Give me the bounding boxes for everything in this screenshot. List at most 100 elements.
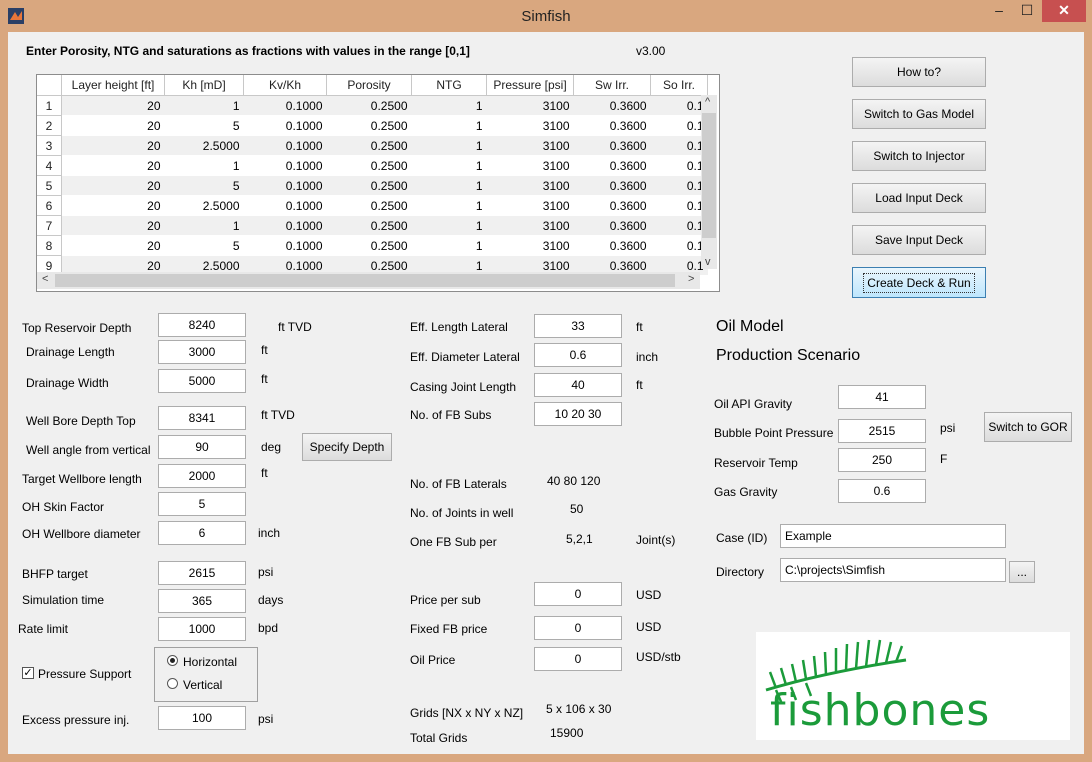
table-cell[interactable]: 20 bbox=[61, 135, 165, 156]
table-row[interactable]: 6 20 2.5000 0.1000 0.2500 1 3100 0.3600 0.1 bbox=[37, 195, 708, 216]
eff-length-input[interactable]: 33 bbox=[534, 314, 622, 338]
rate-limit-input[interactable]: 1000 bbox=[158, 617, 246, 641]
table-cell[interactable]: 20 bbox=[61, 155, 165, 176]
create-deck-run-button[interactable]: Create Deck & Run bbox=[852, 267, 986, 298]
well-angle-input[interactable]: 90 bbox=[158, 435, 246, 459]
table-cell[interactable]: 1 bbox=[164, 215, 244, 236]
row-header[interactable]: 4 bbox=[37, 155, 62, 176]
table-cell[interactable]: 3100 bbox=[486, 235, 574, 256]
table-cell[interactable]: 20 bbox=[61, 195, 165, 216]
table-cell[interactable]: 1 bbox=[164, 155, 244, 176]
drainage-length-input[interactable]: 3000 bbox=[158, 340, 246, 364]
table-cell[interactable]: 20 bbox=[61, 235, 165, 256]
table-row[interactable]: 5 20 5 0.1000 0.2500 1 3100 0.3600 0.1 bbox=[37, 175, 708, 196]
table-cell[interactable]: 0.1000 bbox=[243, 195, 327, 216]
row-header[interactable]: 3 bbox=[37, 135, 62, 156]
row-header[interactable]: 1 bbox=[37, 95, 62, 116]
table-cell[interactable]: 0.1000 bbox=[243, 115, 327, 136]
table-row[interactable]: 4 20 1 0.1000 0.2500 1 3100 0.3600 0.1 bbox=[37, 155, 708, 176]
table-cell[interactable]: 3100 bbox=[486, 215, 574, 236]
table-cell[interactable]: 0.2500 bbox=[326, 135, 412, 156]
minimize-button[interactable]: – bbox=[985, 0, 1013, 22]
sim-time-input[interactable]: 365 bbox=[158, 589, 246, 613]
api-gravity-input[interactable]: 41 bbox=[838, 385, 926, 409]
table-cell[interactable]: 20 bbox=[61, 115, 165, 136]
switch-gor-button[interactable]: Switch to GOR bbox=[984, 412, 1072, 442]
column-header[interactable]: NTG bbox=[411, 75, 487, 96]
table-cell[interactable]: 0.1 bbox=[650, 195, 708, 216]
skin-factor-input[interactable]: 5 bbox=[158, 492, 246, 516]
table-cell[interactable]: 3100 bbox=[486, 115, 574, 136]
drainage-width-input[interactable]: 5000 bbox=[158, 369, 246, 393]
table-cell[interactable]: 5 bbox=[164, 235, 244, 256]
table-cell[interactable]: 1 bbox=[411, 115, 487, 136]
table-cell[interactable]: 3100 bbox=[486, 195, 574, 216]
row-header[interactable]: 5 bbox=[37, 175, 62, 196]
table-cell[interactable]: 5 bbox=[164, 175, 244, 196]
table-row[interactable]: 8 20 5 0.1000 0.2500 1 3100 0.3600 0.1 bbox=[37, 235, 708, 256]
table-cell[interactable]: 1 bbox=[411, 95, 487, 116]
close-button[interactable]: ✕ bbox=[1042, 0, 1086, 22]
scroll-right-icon[interactable]: > bbox=[688, 273, 694, 285]
table-cell[interactable]: 0.1 bbox=[650, 175, 708, 196]
table-cell[interactable]: 1 bbox=[164, 95, 244, 116]
bhfp-input[interactable]: 2615 bbox=[158, 561, 246, 585]
layer-grid[interactable]: Layer height [ft] Kh [mD] Kv/Kh Porosity… bbox=[37, 75, 708, 276]
price-sub-input[interactable]: 0 bbox=[534, 582, 622, 606]
how-to-button[interactable]: How to? bbox=[852, 57, 986, 87]
table-cell[interactable]: 0.2500 bbox=[326, 155, 412, 176]
table-cell[interactable]: 0.3600 bbox=[573, 155, 651, 176]
table-cell[interactable]: 0.1000 bbox=[243, 135, 327, 156]
table-cell[interactable]: 0.2500 bbox=[326, 95, 412, 116]
table-cell[interactable]: 20 bbox=[61, 175, 165, 196]
scroll-down-icon[interactable]: v bbox=[705, 256, 711, 268]
table-row[interactable]: 1 20 1 0.1000 0.2500 1 3100 0.3600 0.1 bbox=[37, 95, 708, 116]
table-cell[interactable]: 0.1000 bbox=[243, 95, 327, 116]
wellbore-diameter-input[interactable]: 6 bbox=[158, 521, 246, 545]
column-header[interactable]: Porosity bbox=[326, 75, 412, 96]
gas-gravity-input[interactable]: 0.6 bbox=[838, 479, 926, 503]
table-cell[interactable]: 5 bbox=[164, 115, 244, 136]
case-id-input[interactable]: Example bbox=[780, 524, 1006, 548]
casing-joint-input[interactable]: 40 bbox=[534, 373, 622, 397]
vertical-radio[interactable] bbox=[167, 678, 178, 689]
table-cell[interactable]: 0.3600 bbox=[573, 135, 651, 156]
maximize-button[interactable]: ☐ bbox=[1013, 0, 1041, 22]
table-cell[interactable]: 2.5000 bbox=[164, 195, 244, 216]
table-cell[interactable]: 0.1 bbox=[650, 115, 708, 136]
directory-input[interactable]: C:\projects\Simfish bbox=[780, 558, 1006, 582]
eff-diameter-input[interactable]: 0.6 bbox=[534, 343, 622, 367]
excess-pressure-input[interactable]: 100 bbox=[158, 706, 246, 730]
row-header[interactable]: 7 bbox=[37, 215, 62, 236]
switch-gas-model-button[interactable]: Switch to Gas Model bbox=[852, 99, 986, 129]
scroll-left-icon[interactable]: < bbox=[42, 273, 48, 285]
table-cell[interactable]: 0.3600 bbox=[573, 95, 651, 116]
switch-injector-button[interactable]: Switch to Injector bbox=[852, 141, 986, 171]
table-cell[interactable]: 0.1000 bbox=[243, 215, 327, 236]
reservoir-temp-input[interactable]: 250 bbox=[838, 448, 926, 472]
table-cell[interactable]: 0.2500 bbox=[326, 195, 412, 216]
browse-button[interactable]: ... bbox=[1009, 561, 1035, 583]
bubble-point-input[interactable]: 2515 bbox=[838, 419, 926, 443]
horizontal-scroll-thumb[interactable] bbox=[55, 274, 675, 287]
table-cell[interactable]: 0.2500 bbox=[326, 235, 412, 256]
table-cell[interactable]: 0.1000 bbox=[243, 235, 327, 256]
specify-depth-button[interactable]: Specify Depth bbox=[302, 433, 392, 461]
table-cell[interactable]: 0.2500 bbox=[326, 115, 412, 136]
column-header[interactable]: Layer height [ft] bbox=[61, 75, 165, 96]
fb-subs-input[interactable]: 10 20 30 bbox=[534, 402, 622, 426]
column-header[interactable]: Sw Irr. bbox=[573, 75, 651, 96]
table-cell[interactable]: 3100 bbox=[486, 95, 574, 116]
save-input-deck-button[interactable]: Save Input Deck bbox=[852, 225, 986, 255]
fixed-price-input[interactable]: 0 bbox=[534, 616, 622, 640]
table-cell[interactable]: 0.1 bbox=[650, 95, 708, 116]
wellbore-top-input[interactable]: 8341 bbox=[158, 406, 246, 430]
table-cell[interactable]: 0.2500 bbox=[326, 215, 412, 236]
table-cell[interactable]: 0.3600 bbox=[573, 115, 651, 136]
column-header[interactable]: Kv/Kh bbox=[243, 75, 327, 96]
horizontal-radio[interactable] bbox=[167, 655, 178, 666]
table-cell[interactable]: 1 bbox=[411, 195, 487, 216]
table-cell[interactable]: 20 bbox=[61, 95, 165, 116]
table-cell[interactable]: 0.3600 bbox=[573, 215, 651, 236]
table-cell[interactable]: 0.1000 bbox=[243, 175, 327, 196]
